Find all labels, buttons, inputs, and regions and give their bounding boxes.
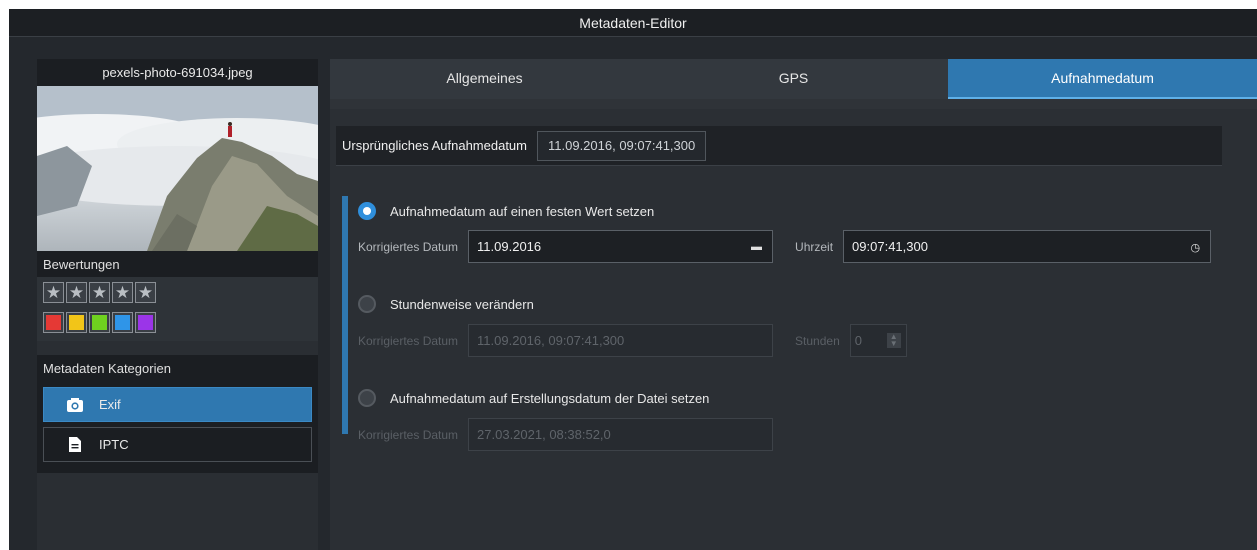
fixed-date-input[interactable]: 11.09.2016 ▬ [468,230,774,263]
hours-label: Stunden [795,333,840,348]
category-exif-label: Exif [99,397,121,412]
stepper-icon[interactable]: ▲ ▼ [886,333,901,348]
calendar-icon[interactable]: ▬ [751,241,762,253]
category-exif-button[interactable]: Exif [43,387,312,422]
options-accent-bar [342,196,348,434]
ratings-label: Bewertungen [37,251,318,277]
star-2[interactable]: ★ [66,282,87,303]
original-date-row: Ursprüngliches Aufnahmedatum 11.09.2016,… [336,126,1222,166]
fixed-fields-row: Korrigiertes Datum 11.09.2016 ▬ Uhrzeit … [358,230,1212,263]
radio-file-date[interactable] [358,389,376,407]
camera-icon [66,396,84,414]
color-label-purple[interactable] [135,312,156,333]
hourly-date-input[interactable]: 11.09.2016, 09:07:41,300 [468,324,774,357]
ratings-panel: ★ ★ ★ ★ ★ [37,277,318,341]
star-rating: ★ ★ ★ ★ ★ [43,282,312,303]
file-date-label: Korrigiertes Datum [358,427,459,442]
photo-preview [37,86,318,251]
color-label-blue[interactable] [112,312,133,333]
star-5[interactable]: ★ [135,282,156,303]
star-3[interactable]: ★ [89,282,110,303]
color-label-red[interactable] [43,312,64,333]
time-value: 09:07:41,300 [852,239,928,254]
option-file-date[interactable]: Aufnahmedatum auf Erstellungsdatum der D… [358,389,709,407]
hours-stepper[interactable]: 0 ▲ ▼ [849,324,907,357]
left-panel: pexels-photo-691034.jpeg Bewertungen ★ ★ [37,59,318,550]
category-list: Exif IPTC [37,381,318,473]
star-4[interactable]: ★ [112,282,133,303]
tab-bar: Allgemeines GPS Aufnahmedatum [330,59,1257,99]
option-fixed-label: Aufnahmedatum auf einen festen Wert setz… [390,203,655,219]
time-input[interactable]: 09:07:41,300 ◷ [843,230,1212,263]
tab-allgemeines[interactable]: Allgemeines [330,59,639,99]
option-file-date-label: Aufnahmedatum auf Erstellungsdatum der D… [390,390,710,406]
hourly-date-label: Korrigiertes Datum [358,333,459,348]
option-hourly[interactable]: Stundenweise verändern [358,295,534,313]
fixed-date-label: Korrigiertes Datum [358,239,459,254]
radio-hourly[interactable] [358,295,376,313]
title-bar: Metadaten-Editor [9,9,1257,37]
star-1[interactable]: ★ [43,282,64,303]
option-hourly-label: Stundenweise verändern [390,296,534,312]
radio-fixed-value[interactable] [358,202,376,220]
file-name: pexels-photo-691034.jpeg [37,59,318,86]
categories-label: Metadaten Kategorien [37,355,318,381]
fixed-date-value: 11.09.2016 [477,239,542,254]
right-panel: Allgemeines GPS Aufnahmedatum Ursprüngli… [330,59,1257,550]
original-date-value: 11.09.2016, 09:07:41,300 [537,130,707,161]
tab-aufnahmedatum[interactable]: Aufnahmedatum [948,59,1257,99]
file-date-input[interactable]: 27.03.2021, 08:38:52,0 [468,418,774,451]
color-label-green[interactable] [89,312,110,333]
file-date-fields-row: Korrigiertes Datum 27.03.2021, 08:38:52,… [358,418,774,451]
hourly-fields-row: Korrigiertes Datum 11.09.2016, 09:07:41,… [358,324,907,357]
category-iptc-label: IPTC [99,437,129,452]
category-iptc-button[interactable]: IPTC [43,427,312,462]
color-labels [43,312,312,333]
option-fixed-value[interactable]: Aufnahmedatum auf einen festen Wert setz… [358,202,654,220]
window-title: Metadaten-Editor [579,14,687,31]
clock-icon[interactable]: ◷ [1190,241,1200,254]
color-label-yellow[interactable] [66,312,87,333]
hours-value: 0 [854,333,862,348]
document-icon [66,436,84,454]
tab-gps[interactable]: GPS [639,59,948,99]
metadata-editor-window: Metadaten-Editor pexels-photo-691034.jpe… [9,9,1257,550]
time-label: Uhrzeit [795,239,834,254]
original-date-label: Ursprüngliches Aufnahmedatum [342,138,527,153]
